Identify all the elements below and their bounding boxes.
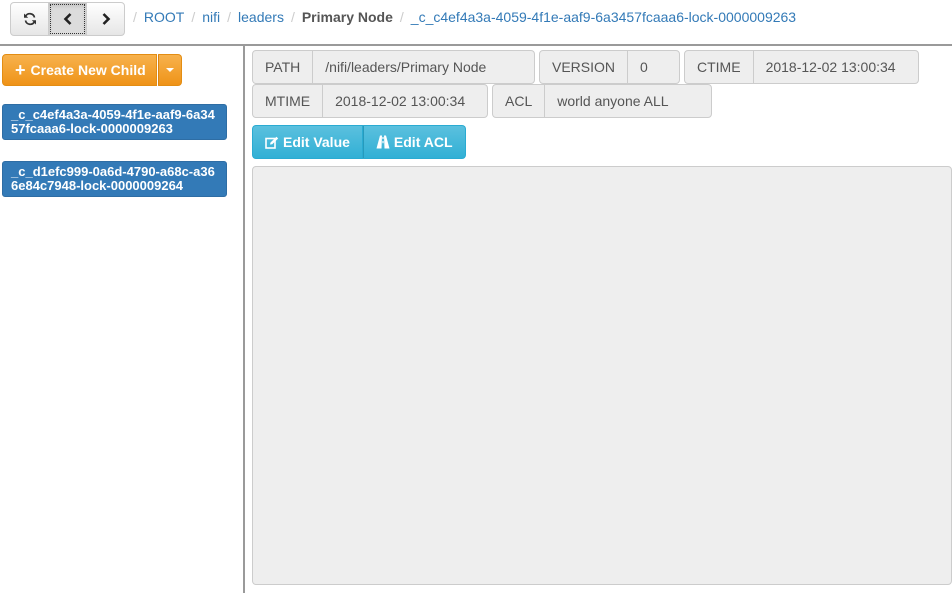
node-value-textarea[interactable] xyxy=(252,166,952,585)
top-toolbar: / ROOT / nifi / leaders / Primary Node /… xyxy=(0,0,952,46)
edit-icon xyxy=(265,136,279,149)
plus-icon: + xyxy=(15,60,26,80)
version-label: VERSION xyxy=(540,51,629,83)
breadcrumb-separator: / xyxy=(133,9,137,25)
version-field: VERSION 0 xyxy=(539,50,680,84)
path-field: PATH /nifi/leaders/Primary Node xyxy=(252,50,535,84)
child-node-item[interactable]: _c_c4ef4a3a-4059-4f1e-aaf9-6a3457fcaaa6-… xyxy=(2,104,227,140)
path-value: /nifi/leaders/Primary Node xyxy=(325,59,487,75)
version-value: 0 xyxy=(640,59,648,75)
breadcrumb-lock-node[interactable]: _c_c4ef4a3a-4059-4f1e-aaf9-6a3457fcaaa6-… xyxy=(411,9,796,25)
edit-value-button[interactable]: Edit Value xyxy=(252,125,363,159)
acl-value: world anyone ALL xyxy=(557,93,669,109)
road-icon xyxy=(376,135,390,149)
edit-acl-button[interactable]: Edit ACL xyxy=(362,125,466,159)
acl-field: ACL world anyone ALL xyxy=(492,84,712,118)
refresh-button[interactable] xyxy=(10,2,49,36)
edit-value-label: Edit Value xyxy=(283,134,350,150)
breadcrumb-primary-node: Primary Node xyxy=(301,9,393,25)
chevron-left-icon xyxy=(63,13,71,25)
acl-label: ACL xyxy=(493,85,546,117)
chevron-right-icon xyxy=(102,13,110,25)
mtime-field: MTIME 2018-12-02 13:00:34 xyxy=(252,84,488,118)
back-button[interactable] xyxy=(48,2,87,36)
node-action-group: Edit Value Edit ACL xyxy=(252,125,466,159)
ctime-value: 2018-12-02 13:00:34 xyxy=(765,59,896,75)
breadcrumb-nifi[interactable]: nifi xyxy=(202,9,220,25)
path-label: PATH xyxy=(253,51,314,83)
ctime-field: CTIME 2018-12-02 13:00:34 xyxy=(684,50,919,84)
breadcrumb-root[interactable]: ROOT xyxy=(144,9,184,25)
breadcrumb-separator: / xyxy=(399,9,404,25)
create-child-group: + Create New Child xyxy=(2,54,182,86)
ctime-label: CTIME xyxy=(685,51,754,83)
breadcrumb-leaders[interactable]: leaders xyxy=(238,9,284,25)
create-child-button[interactable]: + Create New Child xyxy=(2,54,157,86)
breadcrumb-separator: / xyxy=(191,9,196,25)
mtime-value: 2018-12-02 13:00:34 xyxy=(335,93,466,109)
create-child-dropdown-toggle[interactable] xyxy=(157,54,182,86)
mtime-label: MTIME xyxy=(253,85,324,117)
child-node-item[interactable]: _c_d1efc999-0a6d-4790-a68c-a366e84c7948-… xyxy=(2,161,227,197)
breadcrumb: / ROOT / nifi / leaders / Primary Node /… xyxy=(126,9,796,25)
breadcrumb-separator: / xyxy=(290,9,295,25)
caret-down-icon xyxy=(165,68,174,72)
nav-button-group xyxy=(10,2,125,36)
create-child-label: Create New Child xyxy=(30,62,146,78)
forward-button[interactable] xyxy=(86,2,125,36)
children-sidebar: + Create New Child _c_c4ef4a3a-4059-4f1e… xyxy=(0,46,245,593)
refresh-icon xyxy=(23,12,36,26)
breadcrumb-separator: / xyxy=(227,9,232,25)
edit-acl-label: Edit ACL xyxy=(393,134,453,150)
